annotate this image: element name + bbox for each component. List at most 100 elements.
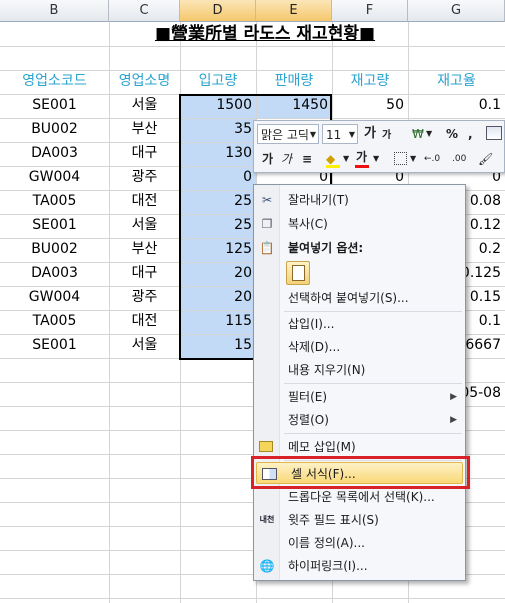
cell-code[interactable]: SE001 <box>0 94 109 117</box>
cell-in[interactable]: 25 <box>180 214 256 237</box>
copy-icon: ❐ <box>261 217 273 231</box>
menu-hyperlink[interactable]: 🌐 하이퍼링크(I)... <box>254 555 465 577</box>
cell-sale[interactable]: 1450 <box>256 94 332 117</box>
col-header-e[interactable]: E <box>256 0 332 22</box>
chevron-down-icon[interactable]: ▼ <box>343 149 349 169</box>
menu-delete-label: 삭제(D)... <box>288 340 341 354</box>
cell-code[interactable]: DA003 <box>0 262 109 285</box>
font-color-button[interactable]: 가 <box>356 147 367 167</box>
cell-name[interactable]: 광주 <box>109 166 180 189</box>
cell-in[interactable]: 125 <box>180 238 256 261</box>
cell-in[interactable]: 115 <box>180 310 256 333</box>
cell-rate[interactable]: 0.1 <box>408 94 505 117</box>
header-in[interactable]: 입고량 <box>180 70 256 93</box>
cell-name[interactable]: 대전 <box>109 310 180 333</box>
cell-name[interactable]: 대구 <box>109 142 180 165</box>
font-name-dropdown[interactable]: 맑은 고딕 ▼ <box>257 124 319 144</box>
menu-sort-label: 정렬(O) <box>288 413 329 427</box>
context-menu: ✂ 잘라내기(T) ❐ 복사(C) 📋 붙여넣기 옵션: 선택하여 붙여넣기(S)..… <box>253 184 466 581</box>
col-header-d[interactable]: D <box>180 0 256 22</box>
increase-decimal-button[interactable]: ←.0 <box>424 149 440 169</box>
cell-name[interactable]: 대전 <box>109 190 180 213</box>
italic-button[interactable]: 가 <box>281 149 292 169</box>
cell-code[interactable]: GW004 <box>0 286 109 309</box>
currency-button[interactable]: ₩ <box>412 124 424 144</box>
chevron-down-icon[interactable]: ▼ <box>410 149 416 169</box>
chevron-down-icon[interactable]: ▼ <box>426 124 432 144</box>
font-size-dropdown[interactable]: 11 ▼ <box>322 124 358 144</box>
menu-paste-special[interactable]: 선택하여 붙여넣기(S)... <box>254 287 465 309</box>
shrink-font-button[interactable]: 가 <box>382 126 391 146</box>
clipboard-icon <box>292 265 305 281</box>
submenu-arrow-icon: ▶ <box>450 392 457 402</box>
cell-in[interactable]: 25 <box>180 190 256 213</box>
cell-code[interactable]: SE001 <box>0 334 109 357</box>
menu-format-cells[interactable]: 셀 서식(F)... <box>256 462 463 484</box>
separator <box>284 460 462 461</box>
menu-paste-special-label: 선택하여 붙여넣기(S)... <box>288 291 409 305</box>
menu-copy-label: 복사(C) <box>288 217 328 231</box>
menu-show-phonetic[interactable]: 내천 윗주 필드 표시(S) <box>254 509 465 531</box>
header-sale[interactable]: 판매량 <box>256 70 332 93</box>
cell-in[interactable]: 130 <box>180 142 256 165</box>
cell-name[interactable]: 광주 <box>109 286 180 309</box>
cell-in[interactable]: 20 <box>180 286 256 309</box>
align-center-button[interactable]: ≡ <box>302 149 312 169</box>
header-name[interactable]: 영업소명 <box>109 70 180 93</box>
gridline <box>0 46 505 47</box>
cell-code[interactable]: BU002 <box>0 118 109 141</box>
cell-name[interactable]: 서울 <box>109 94 180 117</box>
menu-insert[interactable]: 삽입(I)... <box>254 313 465 335</box>
cell-stock[interactable]: 50 <box>332 94 408 117</box>
menu-filter-label: 필터(E) <box>288 390 328 404</box>
cell-code[interactable]: DA003 <box>0 142 109 165</box>
col-header-c[interactable]: C <box>109 0 180 22</box>
format-painter-icon[interactable]: 🖌 <box>478 149 493 169</box>
grow-font-button[interactable]: 가 <box>364 124 376 144</box>
menu-hyperlink-label: 하이퍼링크(I)... <box>288 559 368 573</box>
cell-code[interactable]: TA005 <box>0 190 109 213</box>
cell-name[interactable]: 부산 <box>109 118 180 141</box>
col-header-b[interactable]: B <box>0 0 109 22</box>
separator <box>284 383 462 384</box>
chevron-down-icon: ▼ <box>348 130 355 139</box>
cell-name[interactable]: 서울 <box>109 334 180 357</box>
percent-button[interactable]: % <box>446 124 458 144</box>
menu-insert-comment[interactable]: 메모 삽입(M) <box>254 436 465 458</box>
menu-sort[interactable]: 정렬(O) ▶ <box>254 409 465 431</box>
fill-color-swatch <box>326 165 340 168</box>
cell-in[interactable]: 35 <box>180 118 256 141</box>
menu-format-cells-label: 셀 서식(F)... <box>291 467 356 481</box>
cell-name[interactable]: 서울 <box>109 214 180 237</box>
bold-button[interactable]: 가 <box>262 149 273 169</box>
menu-clear-contents[interactable]: 내용 지우기(N) <box>254 359 465 381</box>
cell-in[interactable]: 1500 <box>180 94 256 117</box>
menu-pick-from-list[interactable]: 드롭다운 목록에서 선택(K)... <box>254 486 465 508</box>
header-code[interactable]: 영업소코드 <box>0 70 109 93</box>
col-header-g[interactable]: G <box>408 0 505 22</box>
menu-filter[interactable]: 필터(E) ▶ <box>254 386 465 408</box>
cell-name[interactable]: 대구 <box>109 262 180 285</box>
cell-code[interactable]: GW004 <box>0 166 109 189</box>
cell-in[interactable]: 0 <box>180 166 256 189</box>
col-header-f[interactable]: F <box>332 0 408 22</box>
cell-in[interactable]: 20 <box>180 262 256 285</box>
menu-cut[interactable]: ✂ 잘라내기(T) <box>254 189 465 211</box>
header-rate[interactable]: 재고율 <box>408 70 505 93</box>
chevron-down-icon[interactable]: ▼ <box>373 149 379 169</box>
cell-code[interactable]: TA005 <box>0 310 109 333</box>
cell-code[interactable]: BU002 <box>0 238 109 261</box>
table-format-icon[interactable] <box>486 126 502 140</box>
header-stock[interactable]: 재고량 <box>332 70 408 93</box>
cell-in[interactable]: 15 <box>180 334 256 357</box>
comma-button[interactable]: , <box>468 124 473 144</box>
decrease-decimal-button[interactable]: .00 <box>452 149 466 169</box>
font-color-swatch <box>355 165 369 168</box>
paste-icon[interactable] <box>286 261 310 285</box>
border-icon[interactable] <box>394 152 407 165</box>
menu-define-name[interactable]: 이름 정의(A)... <box>254 532 465 554</box>
menu-copy[interactable]: ❐ 복사(C) <box>254 213 465 235</box>
menu-delete[interactable]: 삭제(D)... <box>254 336 465 358</box>
cell-name[interactable]: 부산 <box>109 238 180 261</box>
cell-code[interactable]: SE001 <box>0 214 109 237</box>
